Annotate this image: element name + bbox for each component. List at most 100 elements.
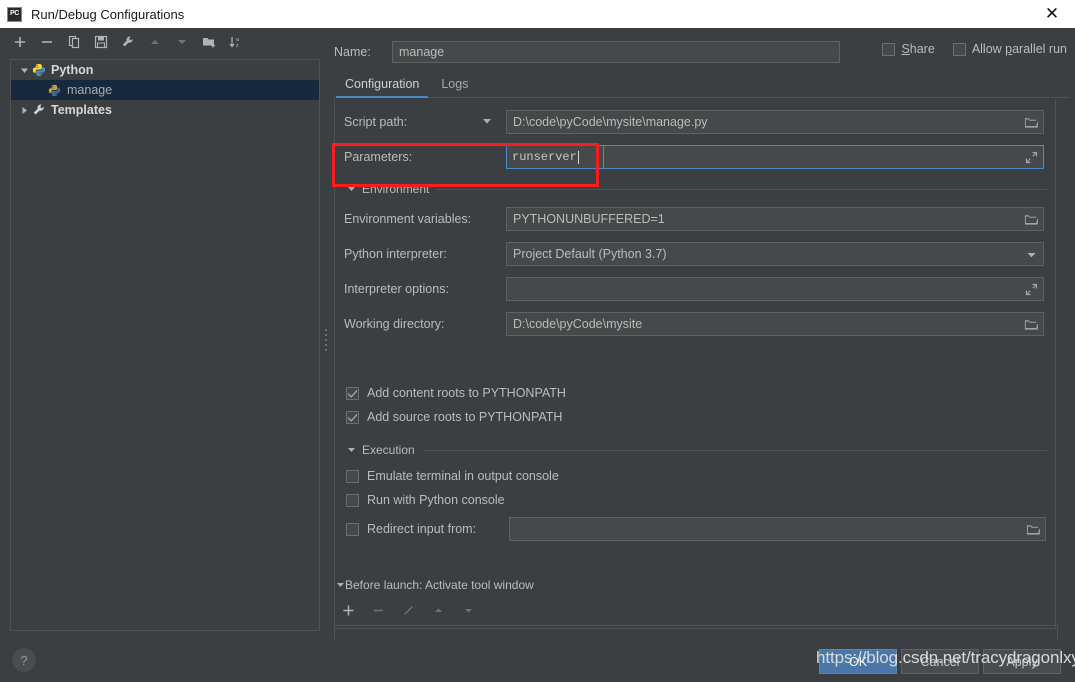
add-content-roots-checkbox[interactable]: Add content roots to PYTHONPATH: [346, 386, 566, 400]
add-source-roots-checkbox[interactable]: Add source roots to PYTHONPATH: [346, 410, 562, 424]
working-directory-label: Working directory:: [344, 317, 506, 331]
title-bar: PC Run/Debug Configurations ✕: [0, 0, 1075, 28]
apply-button[interactable]: Apply: [983, 649, 1061, 674]
before-launch-label: Before launch: Activate tool window: [345, 578, 534, 592]
move-task-down-button[interactable]: [456, 599, 480, 621]
checkbox-box[interactable]: [346, 470, 359, 483]
before-launch-toolbar: [336, 598, 536, 622]
environment-variables-input[interactable]: PYTHONUNBUFFERED=1: [506, 207, 1044, 231]
sort-configurations-button[interactable]: a z: [224, 31, 248, 53]
chevron-down-icon[interactable]: [1020, 244, 1042, 264]
interpreter-options-input[interactable]: [506, 277, 1044, 301]
header-checkboxes: Share Allow parallel run: [882, 42, 1067, 56]
move-up-button[interactable]: [143, 31, 167, 53]
environment-section-label: Environment: [362, 182, 429, 196]
chevron-down-icon[interactable]: [347, 182, 356, 196]
dialog-body: a z Python: [0, 28, 1075, 682]
tree-item-templates[interactable]: Templates: [11, 100, 319, 120]
python-interpreter-value: Project Default (Python 3.7): [513, 247, 667, 261]
configurations-panel: a z Python: [0, 28, 324, 640]
script-path-row: Script path: D:\code\pyCode\mysite\manag…: [344, 110, 1046, 134]
chevron-down-icon[interactable]: [347, 443, 356, 457]
share-checkbox[interactable]: Share: [882, 42, 934, 56]
environment-section-header[interactable]: Environment: [347, 181, 1047, 197]
chevron-down-icon[interactable]: [17, 63, 31, 77]
folder-icon[interactable]: [1022, 519, 1044, 539]
help-button[interactable]: ?: [12, 648, 36, 672]
expand-icon[interactable]: [1020, 147, 1042, 167]
new-folder-button[interactable]: [197, 31, 221, 53]
tab-logs[interactable]: Logs: [430, 77, 479, 97]
save-configuration-button[interactable]: [89, 31, 113, 53]
execution-section-header[interactable]: Execution: [347, 442, 1047, 458]
emulate-terminal-checkbox[interactable]: Emulate terminal in output console: [346, 469, 559, 483]
tab-configuration[interactable]: Configuration: [334, 77, 430, 97]
allow-parallel-run-label: Allow parallel run: [972, 42, 1067, 56]
run-with-python-console-checkbox[interactable]: Run with Python console: [346, 493, 505, 507]
configuration-form: Script path: D:\code\pyCode\mysite\manag…: [334, 99, 1056, 629]
redirect-input-label: Redirect input from:: [367, 522, 509, 536]
copy-configuration-button[interactable]: [62, 31, 86, 53]
add-configuration-button[interactable]: [8, 31, 32, 53]
tree-item-python[interactable]: Python: [11, 60, 319, 80]
remove-configuration-button[interactable]: [35, 31, 59, 53]
allow-parallel-run-checkbox[interactable]: Allow parallel run: [953, 42, 1067, 56]
checkbox-box[interactable]: [346, 387, 359, 400]
cancel-button[interactable]: Cancel: [901, 649, 979, 674]
name-label: Name:: [334, 45, 392, 59]
window-title: Run/Debug Configurations: [31, 7, 184, 22]
text-caret: [578, 151, 579, 164]
working-directory-input[interactable]: D:\code\pyCode\mysite: [506, 312, 1044, 336]
python-icon: [47, 83, 62, 98]
folder-icon[interactable]: [1020, 314, 1042, 334]
working-directory-row: Working directory: D:\code\pyCode\mysite: [344, 312, 1046, 336]
pycharm-icon: PC: [7, 7, 22, 22]
edit-task-button[interactable]: [396, 599, 420, 621]
chevron-down-icon[interactable]: [336, 578, 345, 592]
emulate-terminal-label: Emulate terminal in output console: [367, 469, 559, 483]
python-icon: [31, 63, 46, 78]
section-divider: [437, 189, 1047, 190]
section-divider: [423, 450, 1047, 451]
checkbox-box[interactable]: [882, 43, 895, 56]
expand-icon[interactable]: [1020, 279, 1042, 299]
redirect-input-checkbox[interactable]: [346, 523, 359, 536]
redirect-input-field[interactable]: [509, 517, 1046, 541]
splitter-handle[interactable]: [324, 326, 328, 356]
add-content-roots-label: Add content roots to PYTHONPATH: [367, 386, 566, 400]
name-input[interactable]: [392, 41, 840, 63]
wrench-icon: [31, 103, 46, 118]
environment-variables-row: Environment variables: PYTHONUNBUFFERED=…: [344, 207, 1046, 231]
python-interpreter-label: Python interpreter:: [344, 247, 506, 261]
interpreter-options-label: Interpreter options:: [344, 282, 506, 296]
add-task-button[interactable]: [336, 599, 360, 621]
configurations-tree[interactable]: Python manage: [10, 59, 320, 631]
script-path-input[interactable]: D:\code\pyCode\mysite\manage.py: [506, 110, 1044, 134]
folder-icon[interactable]: [1020, 112, 1042, 132]
script-path-label: Script path:: [344, 115, 492, 129]
checkbox-box[interactable]: [346, 494, 359, 507]
before-launch-section-header[interactable]: Before launch: Activate tool window: [336, 577, 1058, 593]
move-down-button[interactable]: [170, 31, 194, 53]
redirect-input-row: Redirect input from:: [346, 517, 1046, 541]
script-path-mode-dropdown[interactable]: [482, 113, 492, 131]
tree-item-manage[interactable]: manage: [11, 80, 319, 100]
close-icon[interactable]: ✕: [1029, 0, 1075, 28]
python-interpreter-row: Python interpreter: Project Default (Pyt…: [344, 242, 1046, 266]
wrench-icon[interactable]: [116, 31, 140, 53]
move-task-up-button[interactable]: [426, 599, 450, 621]
parameters-input[interactable]: runserver: [506, 145, 1044, 169]
folder-icon[interactable]: [1020, 209, 1042, 229]
parameters-editor[interactable]: runserver: [506, 145, 604, 169]
parameters-value: runserver: [512, 150, 577, 164]
parameters-label: Parameters:: [344, 150, 506, 164]
tree-item-label: Templates: [51, 103, 112, 117]
chevron-right-icon[interactable]: [17, 103, 31, 117]
dialog-footer: ? OK Cancel Apply: [0, 640, 1075, 682]
ok-button[interactable]: OK: [819, 649, 897, 674]
remove-task-button[interactable]: [366, 599, 390, 621]
interpreter-options-row: Interpreter options:: [344, 277, 1046, 301]
python-interpreter-select[interactable]: Project Default (Python 3.7): [506, 242, 1044, 266]
checkbox-box[interactable]: [346, 411, 359, 424]
checkbox-box[interactable]: [953, 43, 966, 56]
